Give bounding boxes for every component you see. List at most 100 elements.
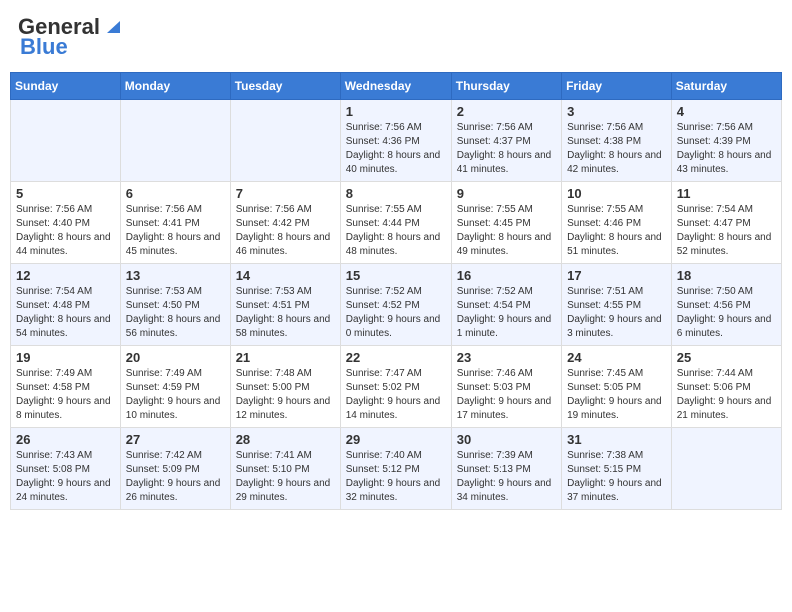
calendar-cell: 16Sunrise: 7:52 AM Sunset: 4:54 PM Dayli…: [451, 264, 561, 346]
day-info: Sunrise: 7:49 AM Sunset: 4:58 PM Dayligh…: [16, 367, 115, 423]
week-row-5: 26 Sunrise: 7:43 AM Sunset: 5:08 PM Dayli…: [11, 428, 782, 510]
calendar-cell: 24Sunrise: 7:45 AM Sunset: 5:05 PM Dayli…: [562, 346, 672, 428]
week-row-4: 19 Sunrise: 7:49 AM Sunset: 4:58 PM Dayli…: [11, 346, 782, 428]
day-number: 31: [567, 432, 666, 447]
calendar-cell: 2 Sunrise: 7:56 AM Sunset: 4:37 PM Daylig…: [451, 100, 561, 182]
weekday-header-tuesday: Tuesday: [230, 73, 340, 100]
day-info: Sunrise: 7:40 AM Sunset: 5:12 PM Dayligh…: [346, 449, 446, 505]
calendar-cell: 17 Sunrise: 7:51 AM Sunset: 4:55 PM Dayli…: [562, 264, 672, 346]
calendar-cell: 23 Sunrise: 7:46 AM Sunset: 5:03 PM Dayli…: [451, 346, 561, 428]
calendar-cell: 27 Sunrise: 7:42 AM Sunset: 5:09 PM Dayli…: [120, 428, 230, 510]
calendar-cell: 19 Sunrise: 7:49 AM Sunset: 4:58 PM Dayli…: [11, 346, 121, 428]
calendar-cell: 12Sunrise: 7:54 AM Sunset: 4:48 PM Dayli…: [11, 264, 121, 346]
day-number: 7: [236, 186, 335, 201]
day-info: Sunrise: 7:46 AM Sunset: 5:03 PM Dayligh…: [457, 367, 556, 423]
day-number: 8: [346, 186, 446, 201]
day-info: Sunrise: 7:43 AM Sunset: 5:08 PM Dayligh…: [16, 449, 115, 505]
calendar-cell: [671, 428, 781, 510]
calendar-cell: 11 Sunrise: 7:54 AM Sunset: 4:47 PM Dayli…: [671, 182, 781, 264]
day-number: 19: [16, 350, 115, 365]
day-number: 17: [567, 268, 666, 283]
day-info: Sunrise: 7:56 AM Sunset: 4:38 PM Dayligh…: [567, 121, 666, 177]
day-info: Sunrise: 7:52 AM Sunset: 4:52 PM Dayligh…: [346, 285, 446, 341]
day-number: 4: [677, 104, 776, 119]
day-number: 10: [567, 186, 666, 201]
day-info: Sunrise: 7:52 AM Sunset: 4:54 PM Dayligh…: [457, 285, 556, 341]
calendar-cell: 14 Sunrise: 7:53 AM Sunset: 4:51 PM Dayli…: [230, 264, 340, 346]
day-info: Sunrise: 7:56 AM Sunset: 4:40 PM Dayligh…: [16, 203, 115, 259]
day-info: Sunrise: 7:56 AM Sunset: 4:39 PM Dayligh…: [677, 121, 776, 177]
week-row-3: 12Sunrise: 7:54 AM Sunset: 4:48 PM Dayli…: [11, 264, 782, 346]
calendar-cell: 21 Sunrise: 7:48 AM Sunset: 5:00 PM Dayli…: [230, 346, 340, 428]
day-number: 18: [677, 268, 776, 283]
day-number: 29: [346, 432, 446, 447]
weekday-header-row: SundayMondayTuesdayWednesdayThursdayFrid…: [11, 73, 782, 100]
calendar-cell: 9 Sunrise: 7:55 AM Sunset: 4:45 PM Daylig…: [451, 182, 561, 264]
day-number: 15: [346, 268, 446, 283]
day-info: Sunrise: 7:44 AM Sunset: 5:06 PM Dayligh…: [677, 367, 776, 423]
day-info: Sunrise: 7:55 AM Sunset: 4:46 PM Dayligh…: [567, 203, 666, 259]
day-info: Sunrise: 7:51 AM Sunset: 4:55 PM Dayligh…: [567, 285, 666, 341]
calendar-table: SundayMondayTuesdayWednesdayThursdayFrid…: [10, 72, 782, 510]
day-info: Sunrise: 7:42 AM Sunset: 5:09 PM Dayligh…: [126, 449, 225, 505]
calendar-cell: 10 Sunrise: 7:55 AM Sunset: 4:46 PM Dayli…: [562, 182, 672, 264]
weekday-header-monday: Monday: [120, 73, 230, 100]
day-number: 11: [677, 186, 776, 201]
day-info: Sunrise: 7:56 AM Sunset: 4:41 PM Dayligh…: [126, 203, 225, 259]
day-number: 30: [457, 432, 556, 447]
calendar-cell: [230, 100, 340, 182]
day-info: Sunrise: 7:39 AM Sunset: 5:13 PM Dayligh…: [457, 449, 556, 505]
calendar-cell: 29 Sunrise: 7:40 AM Sunset: 5:12 PM Dayli…: [340, 428, 451, 510]
week-row-2: 5 Sunrise: 7:56 AM Sunset: 4:40 PM Daylig…: [11, 182, 782, 264]
calendar-cell: 3 Sunrise: 7:56 AM Sunset: 4:38 PM Daylig…: [562, 100, 672, 182]
day-info: Sunrise: 7:49 AM Sunset: 4:59 PM Dayligh…: [126, 367, 225, 423]
day-info: Sunrise: 7:45 AM Sunset: 5:05 PM Dayligh…: [567, 367, 666, 423]
day-number: 5: [16, 186, 115, 201]
day-number: 23: [457, 350, 556, 365]
calendar-cell: 26 Sunrise: 7:43 AM Sunset: 5:08 PM Dayli…: [11, 428, 121, 510]
day-number: 26: [16, 432, 115, 447]
day-number: 14: [236, 268, 335, 283]
weekday-header-thursday: Thursday: [451, 73, 561, 100]
calendar-cell: [120, 100, 230, 182]
day-info: Sunrise: 7:55 AM Sunset: 4:45 PM Dayligh…: [457, 203, 556, 259]
day-info: Sunrise: 7:56 AM Sunset: 4:36 PM Dayligh…: [346, 121, 446, 177]
day-number: 25: [677, 350, 776, 365]
day-number: 2: [457, 104, 556, 119]
day-number: 9: [457, 186, 556, 201]
day-number: 21: [236, 350, 335, 365]
weekday-header-saturday: Saturday: [671, 73, 781, 100]
weekday-header-friday: Friday: [562, 73, 672, 100]
week-row-1: 1 Sunrise: 7:56 AM Sunset: 4:36 PM Daylig…: [11, 100, 782, 182]
day-number: 13: [126, 268, 225, 283]
day-info: Sunrise: 7:56 AM Sunset: 4:42 PM Dayligh…: [236, 203, 335, 259]
day-info: Sunrise: 7:53 AM Sunset: 4:51 PM Dayligh…: [236, 285, 335, 341]
calendar-cell: 18 Sunrise: 7:50 AM Sunset: 4:56 PM Dayli…: [671, 264, 781, 346]
calendar-cell: 4 Sunrise: 7:56 AM Sunset: 4:39 PM Daylig…: [671, 100, 781, 182]
day-info: Sunrise: 7:50 AM Sunset: 4:56 PM Dayligh…: [677, 285, 776, 341]
weekday-header-wednesday: Wednesday: [340, 73, 451, 100]
day-info: Sunrise: 7:56 AM Sunset: 4:37 PM Dayligh…: [457, 121, 556, 177]
calendar-cell: 30 Sunrise: 7:39 AM Sunset: 5:13 PM Dayli…: [451, 428, 561, 510]
calendar-cell: 6Sunrise: 7:56 AM Sunset: 4:41 PM Daylig…: [120, 182, 230, 264]
day-number: 27: [126, 432, 225, 447]
day-info: Sunrise: 7:47 AM Sunset: 5:02 PM Dayligh…: [346, 367, 446, 423]
day-number: 20: [126, 350, 225, 365]
day-number: 28: [236, 432, 335, 447]
day-number: 22: [346, 350, 446, 365]
calendar-cell: 8 Sunrise: 7:55 AM Sunset: 4:44 PM Daylig…: [340, 182, 451, 264]
day-number: 3: [567, 104, 666, 119]
day-info: Sunrise: 7:55 AM Sunset: 4:44 PM Dayligh…: [346, 203, 446, 259]
day-info: Sunrise: 7:53 AM Sunset: 4:50 PM Dayligh…: [126, 285, 225, 341]
logo: General Blue: [18, 14, 124, 60]
calendar-cell: 25 Sunrise: 7:44 AM Sunset: 5:06 PM Dayli…: [671, 346, 781, 428]
calendar-cell: 1 Sunrise: 7:56 AM Sunset: 4:36 PM Daylig…: [340, 100, 451, 182]
day-number: 1: [346, 104, 446, 119]
day-info: Sunrise: 7:54 AM Sunset: 4:47 PM Dayligh…: [677, 203, 776, 259]
calendar-cell: 7 Sunrise: 7:56 AM Sunset: 4:42 PM Daylig…: [230, 182, 340, 264]
day-info: Sunrise: 7:48 AM Sunset: 5:00 PM Dayligh…: [236, 367, 335, 423]
calendar-cell: 31Sunrise: 7:38 AM Sunset: 5:15 PM Dayli…: [562, 428, 672, 510]
logo-icon: [102, 15, 124, 37]
calendar-cell: [11, 100, 121, 182]
day-number: 12: [16, 268, 115, 283]
